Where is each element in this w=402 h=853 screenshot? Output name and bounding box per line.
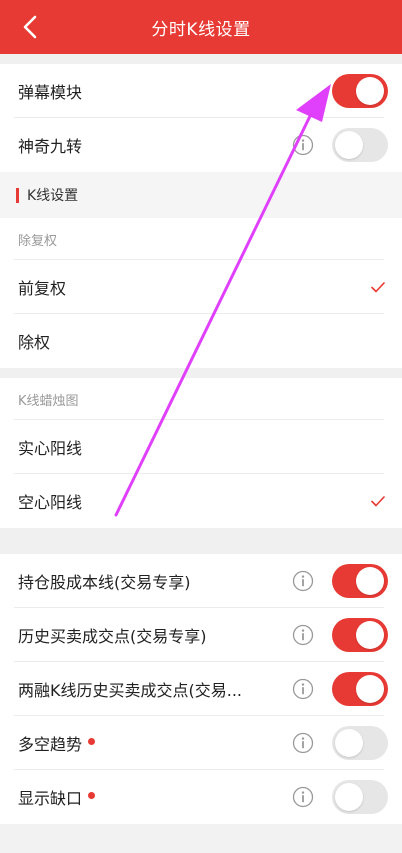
top-settings: 弹幕模块 神奇九转 <box>0 64 402 172</box>
option-ex-rights[interactable]: 除权 <box>0 314 402 368</box>
adjust-group: 除复权 前复权 除权 <box>0 218 402 368</box>
setting-label: 多空趋势 <box>18 735 83 754</box>
toggle-knob <box>356 621 384 649</box>
setting-row-magic-nine: 神奇九转 <box>0 118 402 172</box>
gap-toggle[interactable] <box>332 780 388 814</box>
subheading-adjust: 除复权 <box>0 218 402 260</box>
magic-nine-toggle[interactable] <box>332 128 388 162</box>
toggle-knob <box>335 783 363 811</box>
toggle-knob <box>335 131 363 159</box>
trade-points-toggle[interactable] <box>332 618 388 652</box>
option-solid-candle[interactable]: 实心阳线 <box>0 420 402 474</box>
subheading-candle: K线蜡烛图 <box>0 378 402 420</box>
app-header: 分时K线设置 <box>0 0 402 54</box>
info-icon[interactable] <box>292 624 314 646</box>
checkmark-icon <box>371 282 385 293</box>
subheading-text: K线蜡烛图 <box>18 393 79 409</box>
toggle-knob <box>356 567 384 595</box>
toggle-knob <box>335 729 363 757</box>
new-badge-dot <box>88 737 96 745</box>
bottom-settings: 持仓股成本线(交易专享) 历史买卖成交点(交易专享) 两融K线历史买卖成交点(交… <box>0 554 402 824</box>
back-button[interactable] <box>10 8 50 46</box>
setting-label: 显示缺口 <box>18 789 83 808</box>
new-badge-dot <box>88 791 96 799</box>
section-accent-bar <box>16 187 19 203</box>
info-icon[interactable] <box>292 570 314 592</box>
margin-trade-points-toggle[interactable] <box>332 672 388 706</box>
setting-row-danmu: 弹幕模块 <box>0 64 402 118</box>
setting-label: 两融K线历史买卖成交点(交易... <box>18 681 242 700</box>
cost-line-toggle[interactable] <box>332 564 388 598</box>
spacer <box>0 528 402 554</box>
setting-row-margin-trade-points: 两融K线历史买卖成交点(交易... <box>0 662 402 716</box>
danmu-toggle[interactable] <box>332 74 388 108</box>
setting-label: 神奇九转 <box>18 137 83 156</box>
option-label: 空心阳线 <box>18 493 83 512</box>
setting-label: 持仓股成本线(交易专享) <box>18 573 191 592</box>
toggle-knob <box>356 77 384 105</box>
option-label: 前复权 <box>18 279 67 298</box>
section-header-kline: K线设置 <box>0 172 402 218</box>
candle-group: K线蜡烛图 实心阳线 空心阳线 <box>0 378 402 528</box>
setting-row-trend: 多空趋势 <box>0 716 402 770</box>
option-forward-adjust[interactable]: 前复权 <box>0 260 402 314</box>
spacer <box>0 54 402 64</box>
spacer <box>0 368 402 378</box>
setting-row-trade-points: 历史买卖成交点(交易专享) <box>0 608 402 662</box>
checkmark-icon <box>371 496 385 507</box>
toggle-knob <box>356 675 384 703</box>
option-hollow-candle[interactable]: 空心阳线 <box>0 474 402 528</box>
subheading-text: 除复权 <box>18 233 58 249</box>
setting-label: 历史买卖成交点(交易专享) <box>18 627 207 646</box>
info-icon[interactable] <box>292 678 314 700</box>
trend-toggle[interactable] <box>332 726 388 760</box>
setting-row-gap: 显示缺口 <box>0 770 402 824</box>
setting-row-cost-line: 持仓股成本线(交易专享) <box>0 554 402 608</box>
page-title: 分时K线设置 <box>151 19 251 40</box>
info-icon[interactable] <box>292 134 314 156</box>
option-label: 除权 <box>18 333 51 352</box>
option-label: 实心阳线 <box>18 439 83 458</box>
setting-label: 弹幕模块 <box>18 83 83 102</box>
section-title: K线设置 <box>27 188 79 204</box>
info-icon[interactable] <box>292 786 314 808</box>
info-icon[interactable] <box>292 732 314 754</box>
chevron-left-icon <box>23 15 37 39</box>
